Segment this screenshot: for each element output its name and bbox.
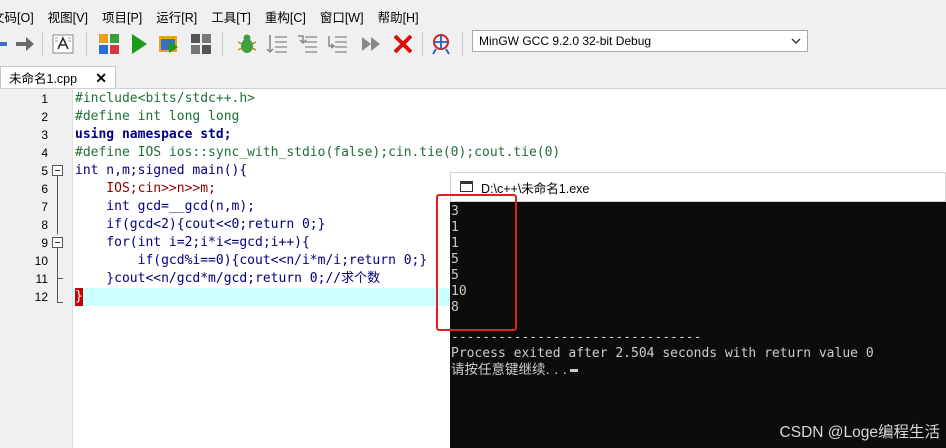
line-number: 6 bbox=[41, 182, 48, 196]
console-output-area[interactable]: 3 1 1 5 5 10 8 -------------------------… bbox=[450, 202, 946, 448]
step-over-icon[interactable] bbox=[294, 31, 320, 57]
tab-file[interactable]: 未命名1.cpp ✕ bbox=[0, 66, 116, 88]
menu-bar: 文码[O] 视图[V] 项目[P] 运行[R] 工具[T] 重构[C] 窗口[W… bbox=[0, 6, 946, 26]
fold-guide bbox=[57, 176, 58, 234]
chevron-down-icon bbox=[791, 38, 801, 44]
line-number: 3 bbox=[41, 128, 48, 142]
code-line-text: int gcd=__gcd(n,m); bbox=[75, 199, 256, 214]
code-line-text: #define int long long bbox=[75, 109, 240, 124]
tab-bar: 未命名1.cpp ✕ bbox=[0, 64, 946, 89]
menu-project[interactable]: 项目[P] bbox=[95, 7, 149, 26]
compile-icon[interactable] bbox=[96, 31, 122, 57]
fold-toggle-icon[interactable] bbox=[52, 237, 63, 248]
profile-analysis-icon[interactable] bbox=[428, 31, 454, 57]
code-line-text: #include<bits/stdc++.h> bbox=[75, 91, 256, 106]
menu-view[interactable]: 视图[V] bbox=[41, 7, 95, 26]
line-number: 1 bbox=[41, 92, 48, 106]
menu-help[interactable]: 帮助[H] bbox=[371, 7, 426, 26]
code-line-text: using namespace std; bbox=[75, 127, 232, 142]
watermark: CSDN @Loge编程生活 bbox=[779, 424, 940, 441]
step-into-icon[interactable] bbox=[324, 31, 350, 57]
fold-end-mark bbox=[57, 278, 63, 279]
line-number: 8 bbox=[41, 218, 48, 232]
code-line-text: } bbox=[75, 288, 83, 306]
console-title-bar[interactable]: D:\c++\未命名1.exe bbox=[450, 172, 946, 202]
fold-guide bbox=[57, 248, 58, 279]
line-number: 12 bbox=[34, 290, 48, 304]
press-key-text: 请按任意键继续. . . bbox=[451, 362, 567, 378]
code-line: #define IOS ios::sync_with_stdio(false);… bbox=[73, 144, 946, 162]
console-window[interactable]: D:\c++\未命名1.exe 3 1 1 5 5 10 8 ---------… bbox=[450, 172, 946, 448]
exit-message: Process exited after 2.504 seconds with … bbox=[451, 346, 874, 361]
rebuild-all-icon[interactable] bbox=[188, 31, 214, 57]
code-line-text: #define IOS ios::sync_with_stdio(false);… bbox=[75, 145, 561, 160]
console-app-icon bbox=[460, 181, 473, 192]
line-number: 7 bbox=[41, 200, 48, 214]
menu-window[interactable]: 窗口[W] bbox=[313, 7, 371, 26]
compiler-select[interactable]: MinGW GCC 9.2.0 32-bit Debug bbox=[472, 30, 808, 52]
press-key-line: 请按任意键继续. . . bbox=[451, 362, 578, 378]
fold-toggle-icon[interactable] bbox=[52, 165, 63, 176]
fold-end-mark bbox=[57, 302, 63, 303]
line-number: 4 bbox=[41, 146, 48, 160]
continue-icon[interactable] bbox=[358, 31, 384, 57]
fold-guide bbox=[57, 279, 58, 303]
tab-file-label: 未命名1.cpp bbox=[9, 72, 78, 86]
close-icon[interactable]: ✕ bbox=[95, 70, 107, 87]
code-line-text: for(int i=2;i*i<=gcd;i++){ bbox=[75, 235, 310, 250]
stop-execution-icon[interactable] bbox=[390, 31, 416, 57]
line-number: 5 bbox=[41, 164, 48, 178]
code-line: #include<bits/stdc++.h> bbox=[73, 90, 946, 108]
output-separator: -------------------------------- bbox=[451, 330, 702, 345]
format-code-icon[interactable] bbox=[50, 31, 76, 57]
code-line-text: int n,m;signed main(){ bbox=[75, 163, 248, 178]
code-line-text: IOS;cin>>n>>m; bbox=[75, 181, 216, 196]
code-line: using namespace std; bbox=[73, 126, 946, 144]
run-icon[interactable] bbox=[126, 31, 152, 57]
menu-tools[interactable]: 工具[T] bbox=[204, 7, 258, 26]
line-number: 9 bbox=[41, 236, 48, 250]
menu-file[interactable]: 文码[O] bbox=[0, 7, 41, 26]
code-line: #define int long long bbox=[73, 108, 946, 126]
menu-run[interactable]: 运行[R] bbox=[149, 7, 204, 26]
add-watch-icon[interactable] bbox=[264, 31, 290, 57]
debug-bug-icon[interactable] bbox=[234, 31, 260, 57]
code-line-text: }cout<<n/gcd*m/gcd;return 0;//求个数 bbox=[75, 271, 381, 286]
line-number: 2 bbox=[41, 110, 48, 124]
line-number: 11 bbox=[35, 272, 48, 286]
menu-refactor[interactable]: 重构[C] bbox=[258, 7, 313, 26]
line-number: 10 bbox=[34, 254, 48, 268]
line-gutter: 1 2 3 4 5 6 7 8 9 10 11 12 bbox=[0, 89, 73, 448]
code-line-text: if(gcd<2){cout<<0;return 0;} bbox=[75, 217, 326, 232]
code-line-text: if(gcd%i==0){cout<<n/i*m/i;return 0;} bbox=[75, 253, 428, 268]
text-cursor bbox=[569, 368, 578, 372]
highlight-box bbox=[436, 194, 517, 331]
forward-arrow-icon[interactable] bbox=[12, 31, 38, 57]
compile-run-icon[interactable] bbox=[156, 31, 182, 57]
compiler-select-value: MinGW GCC 9.2.0 32-bit Debug bbox=[479, 34, 652, 48]
